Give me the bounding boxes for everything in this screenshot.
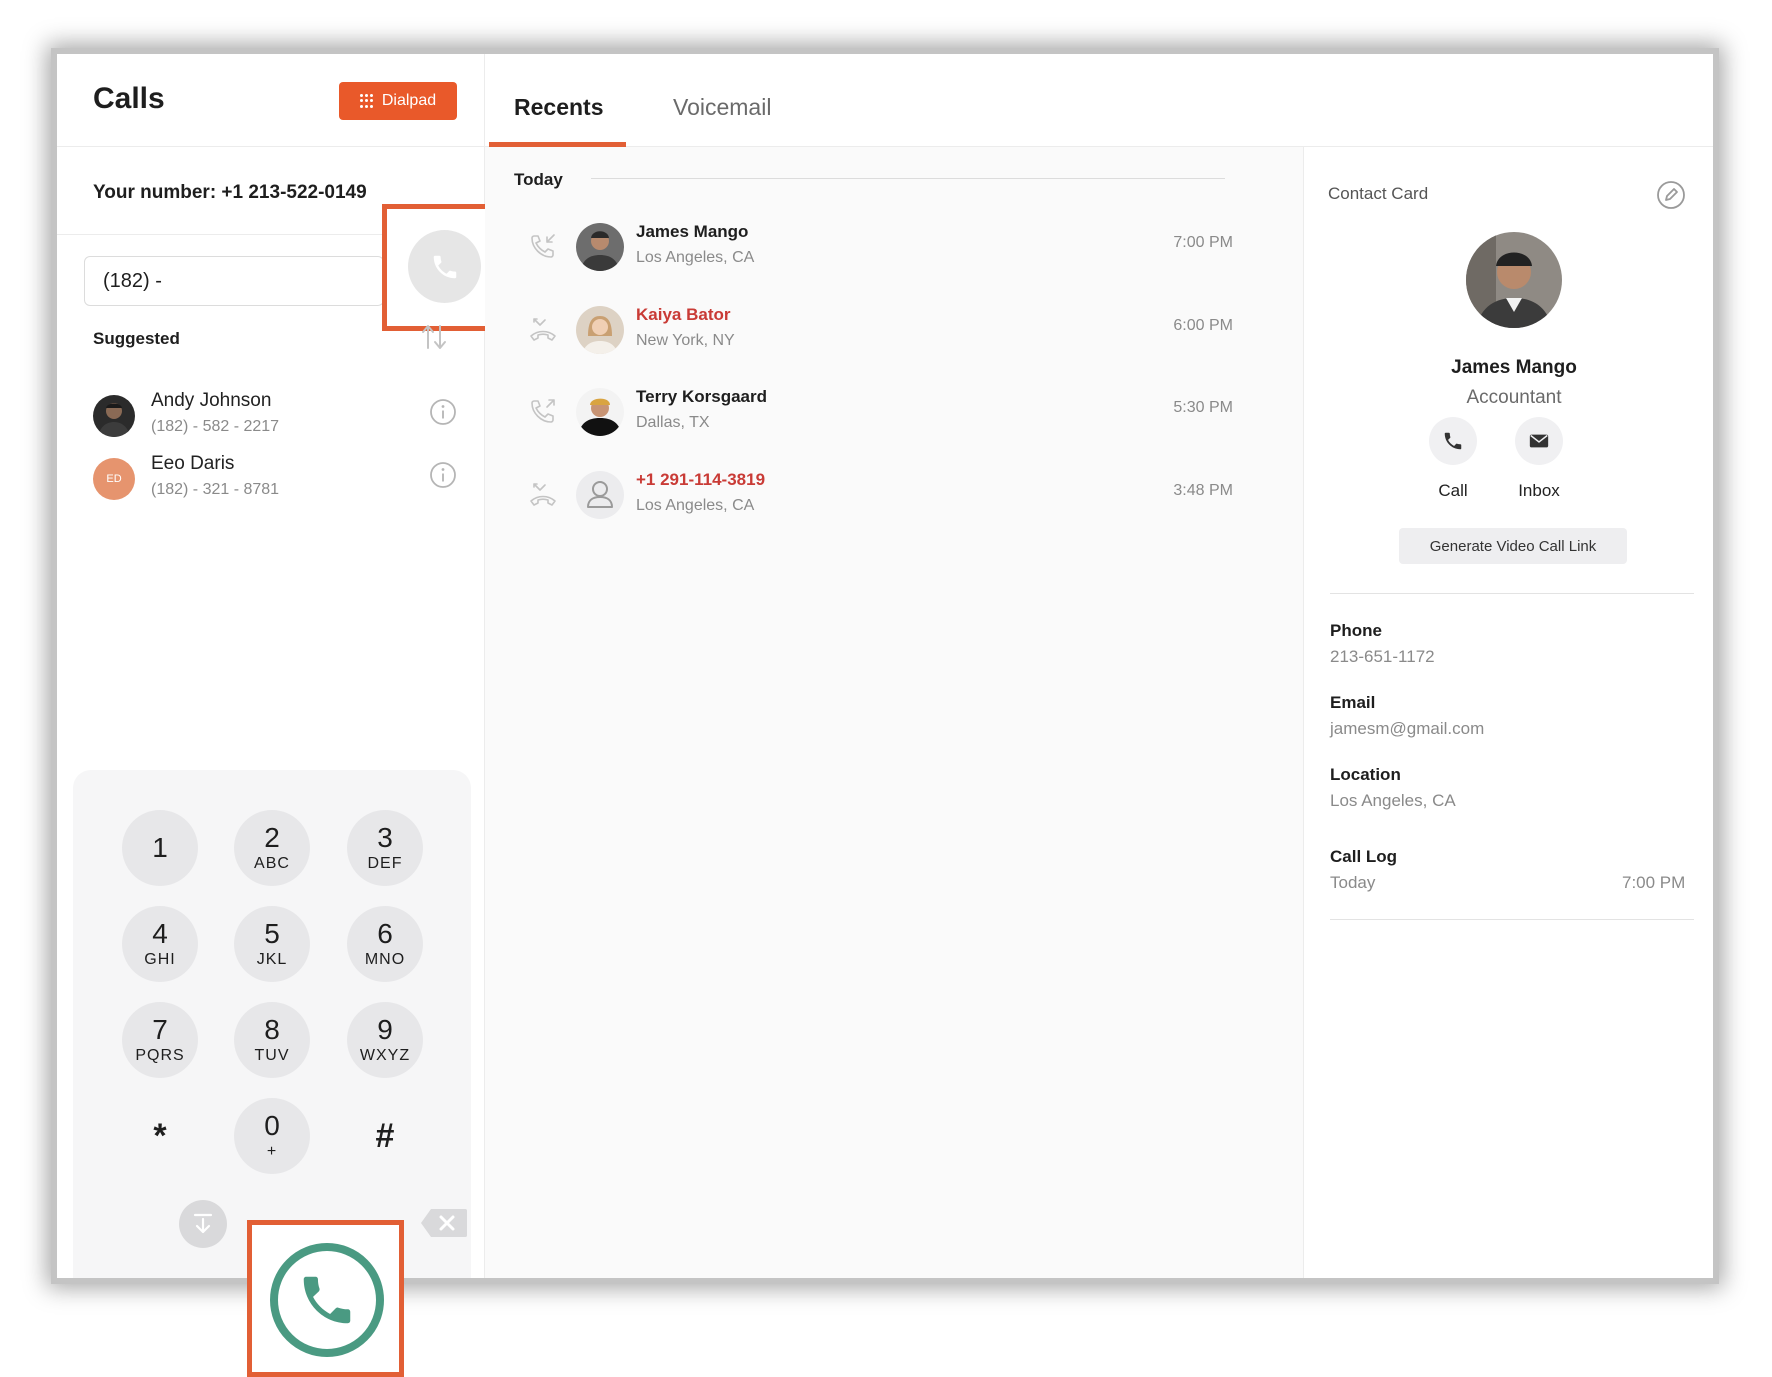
call-button-highlight: [247, 1220, 404, 1377]
page-title: Calls: [93, 82, 165, 115]
incoming-call-icon: [531, 234, 555, 258]
call-log-label: Call Log: [1330, 847, 1398, 866]
call-log-row[interactable]: James Mango Los Angeles, CA 7:00 PM: [485, 209, 1303, 289]
caller-location: New York, NY: [636, 332, 735, 349]
caller-location: Los Angeles, CA: [636, 249, 755, 266]
outgoing-call-icon: [531, 399, 555, 423]
caller-name: +1 291-114-3819: [636, 470, 766, 489]
contact-card-title: Contact Card: [1328, 184, 1429, 203]
contact-role: Accountant: [1466, 387, 1562, 408]
tab-bar: Recents Voicemail: [485, 54, 1713, 147]
contact-call-button[interactable]: [1429, 417, 1477, 465]
call-log-time: 7:00 PM: [1622, 873, 1686, 892]
user-placeholder-icon: [587, 481, 613, 508]
envelope-icon: [1529, 434, 1549, 448]
divider: [1330, 919, 1694, 920]
call-log-row[interactable]: Kaiya Bator New York, NY 6:00 PM: [485, 292, 1303, 372]
key-2[interactable]: 2 ABC: [234, 810, 310, 886]
missed-call-icon: [530, 318, 556, 341]
edit-icon[interactable]: [1656, 180, 1686, 210]
email-value: jamesm@gmail.com: [1330, 719, 1485, 738]
key-star[interactable]: *: [122, 1098, 198, 1174]
arrow-down-icon: [193, 1213, 213, 1234]
key-hash[interactable]: #: [347, 1098, 423, 1174]
tab-recents[interactable]: Recents: [514, 94, 603, 121]
key-7[interactable]: 7 PQRS: [122, 1002, 198, 1078]
key-8[interactable]: 8 TUV: [234, 1002, 310, 1078]
suggested-heading: Suggested: [93, 329, 180, 348]
key-3[interactable]: 3 DEF: [347, 810, 423, 886]
key-5[interactable]: 5 JKL: [234, 906, 310, 982]
avatar: [576, 471, 624, 519]
caller-location: Dallas, TX: [636, 414, 710, 431]
location-label: Location: [1330, 765, 1401, 784]
sidebar-header: Calls Dialpad: [57, 54, 485, 147]
contact-name: James Mango: [1451, 357, 1577, 378]
contact-name: Andy Johnson: [151, 390, 272, 411]
backspace-icon[interactable]: [419, 1207, 469, 1239]
key-0[interactable]: 0 +: [234, 1098, 310, 1174]
suggested-contact[interactable]: ED Eeo Daris (182) - 321 - 8781: [93, 453, 463, 505]
info-icon[interactable]: [429, 461, 457, 489]
phone-icon: [303, 1276, 351, 1324]
phone-icon: [433, 255, 456, 278]
inbox-label: Inbox: [1518, 481, 1560, 500]
key-6[interactable]: 6 MNO: [347, 906, 423, 982]
calls-sidebar: Calls Dialpad Your number: +1 213-522-01…: [57, 54, 507, 1377]
caller-name: Kaiya Bator: [636, 305, 731, 324]
missed-call-icon: [530, 483, 556, 506]
call-time: 5:30 PM: [1173, 399, 1233, 416]
phone-number-input[interactable]: [84, 256, 384, 306]
contact-card: Contact Card James Mango Accountant Call…: [1303, 147, 1713, 1278]
contact-avatar: [1466, 232, 1562, 328]
app-window: Calls Dialpad Your number: +1 213-522-01…: [57, 54, 1713, 1377]
phone-label: Phone: [1330, 621, 1382, 640]
transfer-down-button[interactable]: [179, 1200, 227, 1248]
recents-list: Today James Mango Los Angeles, CA 7:00 P…: [485, 147, 1303, 1278]
caller-name: Terry Korsgaard: [636, 387, 768, 406]
key-1[interactable]: 1: [122, 810, 198, 886]
contact-phone: (182) - 321 - 8781: [151, 481, 280, 498]
email-label: Email: [1330, 693, 1376, 712]
key-9[interactable]: 9 WXYZ: [347, 1002, 423, 1078]
your-number: Your number: +1 213-522-0149: [93, 182, 367, 203]
contact-phone: (182) - 582 - 2217: [151, 418, 280, 435]
contact-inbox-button[interactable]: [1515, 417, 1563, 465]
initials-avatar: ED: [93, 458, 135, 500]
suggested-contact[interactable]: Andy Johnson (182) - 582 - 2217: [93, 390, 463, 442]
sort-arrows-icon[interactable]: [420, 322, 448, 352]
dialpad-button-label: Dialpad: [381, 92, 437, 109]
quick-call-button[interactable]: [408, 230, 481, 303]
call-label: Call: [1438, 481, 1468, 500]
divider: [1330, 593, 1694, 594]
contact-name: Eeo Daris: [151, 453, 235, 474]
generate-video-link-button[interactable]: Generate Video Call Link: [1399, 528, 1627, 564]
caller-location: Los Angeles, CA: [636, 497, 755, 514]
tab-voicemail[interactable]: Voicemail: [673, 94, 771, 121]
call-button[interactable]: [270, 1243, 384, 1357]
avatar: [576, 306, 624, 354]
avatar: [93, 395, 135, 437]
avatar: [576, 388, 624, 436]
phone-icon: [1444, 432, 1462, 450]
call-time: 3:48 PM: [1173, 482, 1233, 499]
dialpad-button[interactable]: Dialpad: [339, 82, 457, 120]
key-4[interactable]: 4 GHI: [122, 906, 198, 982]
caller-name: James Mango: [636, 222, 749, 241]
group-label: Today: [514, 170, 563, 189]
location-value: Los Angeles, CA: [1330, 791, 1456, 810]
dialpad-grid-icon: [359, 94, 374, 108]
call-log-row[interactable]: Terry Korsgaard Dallas, TX 5:30 PM: [485, 374, 1303, 454]
call-log-day: Today: [1330, 873, 1376, 892]
call-log-row[interactable]: +1 291-114-3819 Los Angeles, CA 3:48 PM: [485, 457, 1303, 537]
call-time: 6:00 PM: [1173, 317, 1233, 334]
avatar: [576, 223, 624, 271]
info-icon[interactable]: [429, 398, 457, 426]
call-time: 7:00 PM: [1173, 234, 1233, 251]
phone-value: 213-651-1172: [1330, 647, 1435, 666]
divider: [591, 178, 1225, 179]
